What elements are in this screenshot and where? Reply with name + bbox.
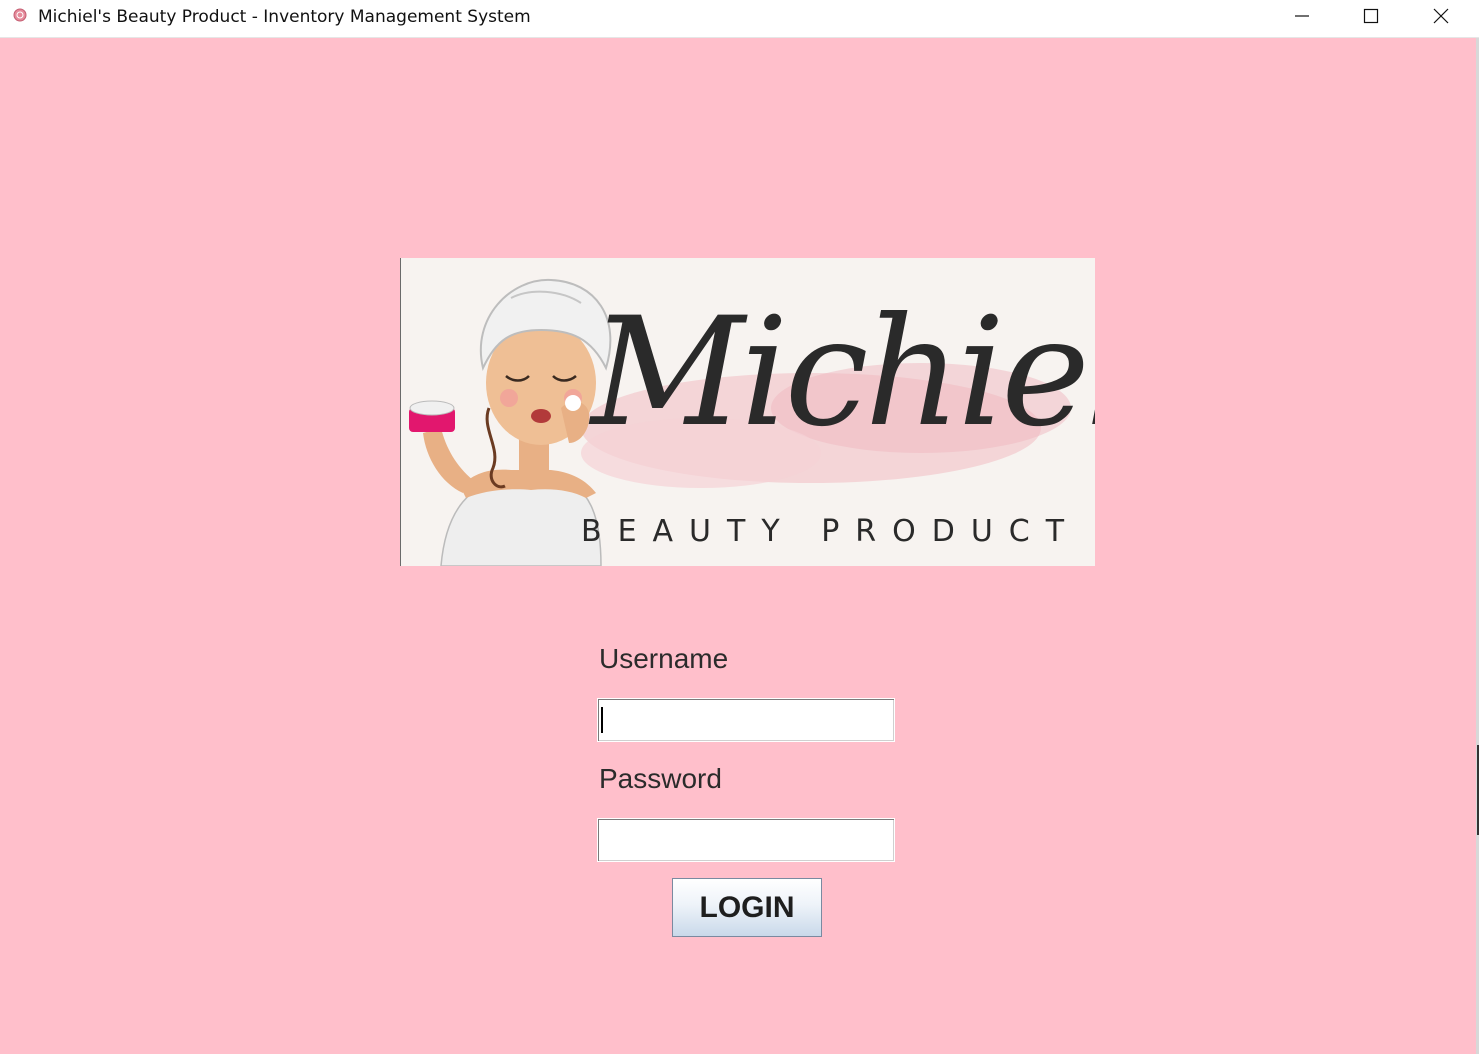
login-panel: Michiel's BEAUTY PRODUCT Username Passwo… — [0, 38, 1476, 1054]
cupcake-icon — [13, 8, 27, 22]
logo-subtitle: BEAUTY PRODUCT — [581, 514, 1081, 549]
close-icon — [1433, 8, 1449, 24]
maximize-button[interactable] — [1341, 0, 1401, 32]
brand-logo: Michiel's BEAUTY PRODUCT — [400, 258, 1095, 566]
username-label: Username — [599, 643, 729, 674]
login-window: Michiel's Beauty Product - Inventory Man… — [0, 0, 1479, 1054]
minimize-icon — [1295, 15, 1309, 17]
password-label: Password — [599, 763, 722, 794]
window-title: Michiel's Beauty Product - Inventory Man… — [38, 7, 531, 27]
login-button[interactable]: LOGIN — [672, 878, 822, 937]
minimize-button[interactable] — [1272, 0, 1332, 32]
logo-script-text: Michiel's — [591, 286, 1095, 460]
close-button[interactable] — [1411, 0, 1471, 32]
text-caret — [601, 707, 603, 733]
title-bar: Michiel's Beauty Product - Inventory Man… — [0, 0, 1479, 38]
password-input[interactable] — [597, 818, 895, 862]
maximize-icon — [1363, 8, 1379, 24]
username-input[interactable] — [597, 698, 895, 742]
